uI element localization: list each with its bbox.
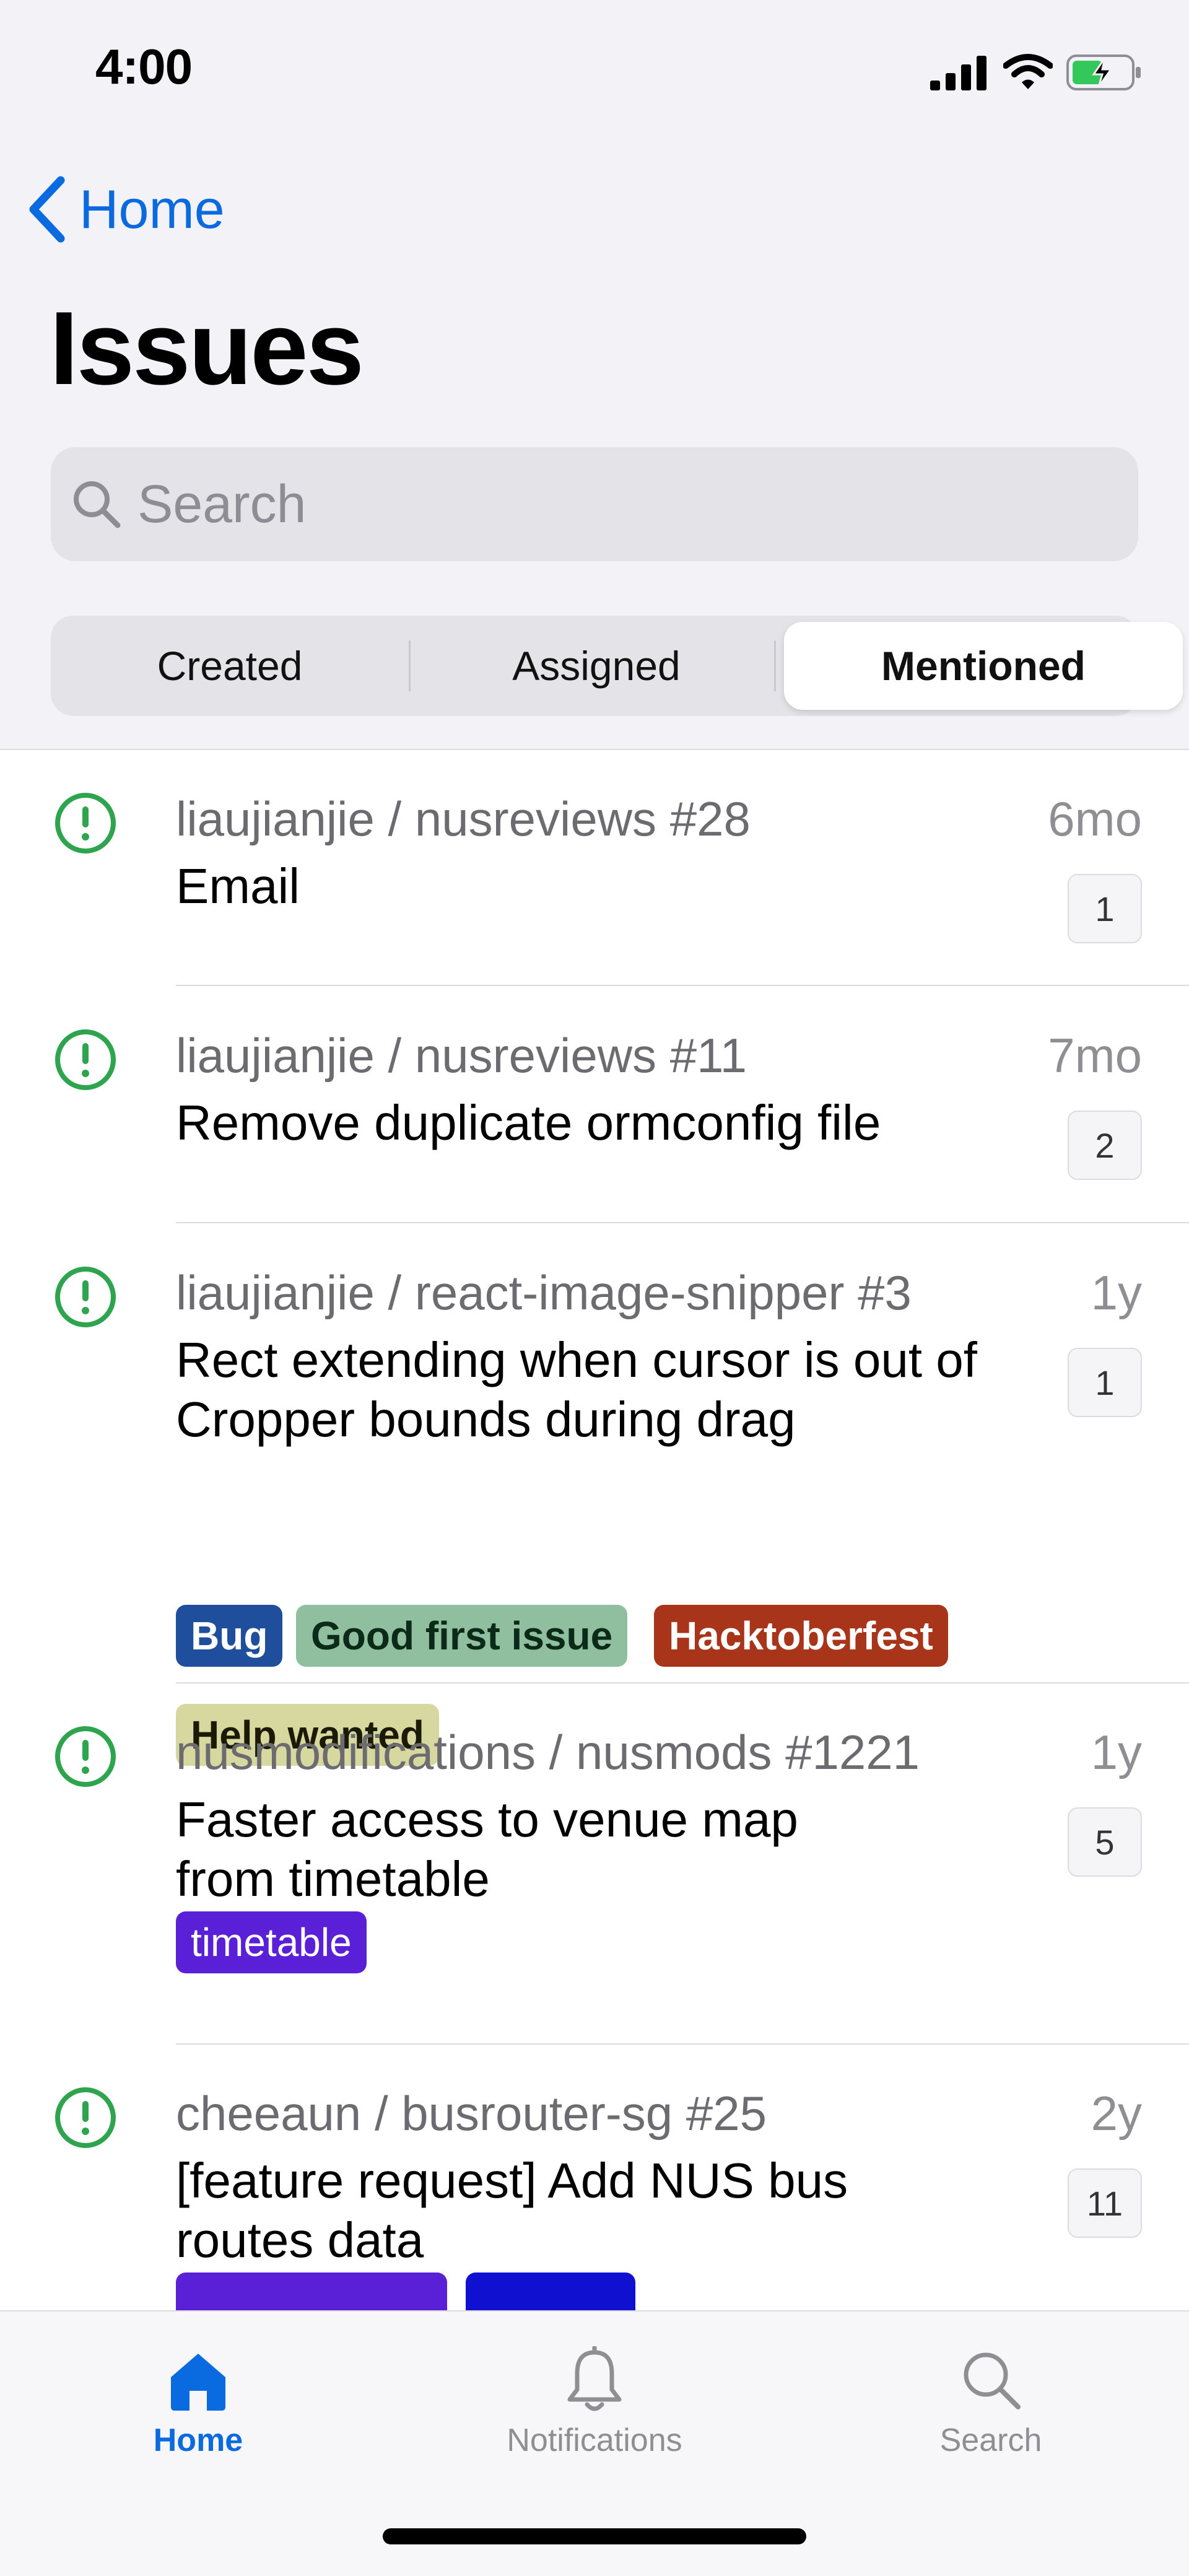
- tab-notifications-label: Notifications: [507, 2422, 682, 2458]
- label-hacktoberfest[interactable]: Hacktoberfest: [654, 1605, 948, 1667]
- segment-assigned[interactable]: Assigned: [411, 616, 782, 716]
- page-title: Issues: [50, 290, 364, 406]
- issue-repo: nusmodifications / nusmods #1221: [176, 1725, 920, 1779]
- issue-filter-segmented-control: Created Assigned Mentioned: [51, 616, 1183, 716]
- label-timetable[interactable]: timetable: [176, 1911, 367, 1973]
- bell-icon: [567, 2346, 622, 2411]
- issue-age: 2y: [1091, 2086, 1142, 2141]
- battery-charging-icon: [1066, 53, 1143, 92]
- issue-repo: cheeaun / busrouter-sg #25: [176, 2086, 767, 2141]
- back-button-label: Home: [79, 178, 225, 240]
- search-placeholder: Search: [137, 474, 307, 534]
- segment-divider: [774, 640, 776, 691]
- issue-label[interactable]: [466, 2273, 635, 2310]
- issue-repo: liaujianjie / nusreviews #28: [176, 792, 751, 846]
- issue-repo: liaujianjie / nusreviews #11: [176, 1028, 747, 1083]
- segment-created[interactable]: Created: [51, 616, 409, 716]
- issue-age: 7mo: [1048, 1028, 1142, 1083]
- search-icon: [964, 2352, 1021, 2409]
- wifi-icon: [1003, 53, 1053, 92]
- search-icon: [74, 481, 121, 528]
- open-issue-icon: [55, 1726, 116, 1787]
- tab-home-label: Home: [153, 2422, 243, 2458]
- issue-title: Remove duplicate ormconfig file: [176, 1095, 881, 1150]
- search-field[interactable]: Search: [51, 447, 1138, 561]
- home-icon: [171, 2354, 225, 2411]
- issue-age: 1y: [1091, 1265, 1142, 1320]
- tab-search-label: Search: [939, 2422, 1042, 2458]
- open-issue-icon: [55, 1267, 116, 1327]
- comment-count-badge: 11: [1068, 2168, 1142, 2238]
- tab-search[interactable]: Search: [793, 2312, 1189, 2497]
- issue-row[interactable]: liaujianjie / nusreviews #28 6mo Email 1: [0, 750, 1189, 985]
- open-issue-icon: [55, 2087, 116, 2148]
- segment-mentioned[interactable]: Mentioned: [784, 616, 1183, 716]
- issue-title: Rect extending when cursor is out of Cro…: [176, 1332, 978, 1447]
- issue-row[interactable]: cheeaun / busrouter-sg #25 2y [feature r…: [0, 2045, 1189, 2310]
- row-divider: [176, 1222, 1189, 1223]
- issue-label[interactable]: [176, 2273, 447, 2310]
- issue-title: Email: [176, 858, 300, 914]
- issue-row[interactable]: liaujianjie / react-image-snipper #3 1y …: [0, 1224, 1189, 1766]
- tab-notifications[interactable]: Notifications: [396, 2312, 793, 2497]
- cellular-signal-icon: [930, 56, 987, 90]
- back-button[interactable]: Home: [25, 172, 225, 247]
- home-indicator: [383, 2528, 806, 2544]
- label-good-first-issue[interactable]: Good first issue: [296, 1605, 628, 1667]
- issue-row[interactable]: nusmodifications / nusmods #1221 1y Fast…: [0, 1683, 1189, 2043]
- tab-home[interactable]: Home: [0, 2312, 396, 2497]
- open-issue-icon: [55, 793, 116, 854]
- issue-age: 1y: [1091, 1725, 1142, 1779]
- comment-count-badge: 2: [1068, 1111, 1142, 1180]
- open-issue-icon: [55, 1029, 116, 1090]
- comment-count-badge: 5: [1068, 1807, 1142, 1877]
- chevron-left-icon: [29, 176, 65, 243]
- issue-title: Faster access to venue map from timetabl…: [176, 1792, 798, 1906]
- status-time: 4:00: [95, 39, 193, 94]
- label-bug[interactable]: Bug: [176, 1605, 283, 1667]
- issue-list: liaujianjie / nusreviews #28 6mo Email 1…: [0, 750, 1189, 2310]
- issue-repo: liaujianjie / react-image-snipper #3: [176, 1265, 912, 1320]
- comment-count-badge: 1: [1068, 874, 1142, 943]
- issue-title: [feature request] Add NUS bus routes dat…: [176, 2153, 848, 2268]
- comment-count-badge: 1: [1068, 1348, 1142, 1417]
- issue-row[interactable]: liaujianjie / nusreviews #11 7mo Remove …: [0, 987, 1189, 1222]
- row-divider: [176, 985, 1189, 986]
- issue-age: 6mo: [1048, 792, 1142, 846]
